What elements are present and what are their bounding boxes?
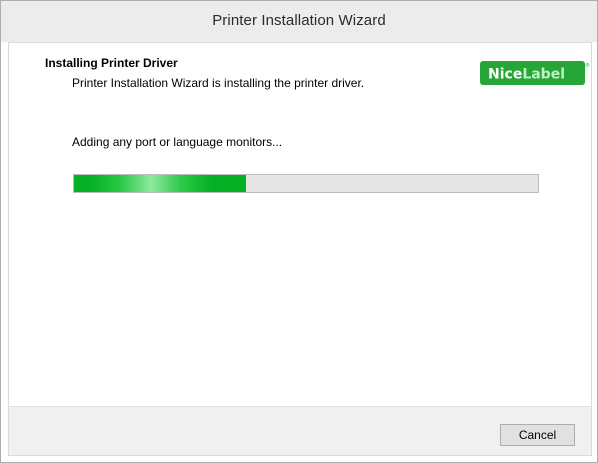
cancel-button[interactable]: Cancel [500, 424, 575, 446]
wizard-content: Installing Printer Driver Printer Instal… [8, 42, 592, 456]
page-subtitle: Printer Installation Wizard is installin… [72, 76, 365, 90]
nicelabel-logo: NiceLabel ® [480, 61, 590, 85]
status-text: Adding any port or language monitors... [72, 135, 283, 149]
window-title: Printer Installation Wizard [212, 12, 386, 29]
button-bar: Cancel [9, 406, 591, 455]
progress-fill [74, 175, 246, 192]
trademark-symbol: ® [585, 62, 590, 69]
install-progress-bar [73, 174, 539, 193]
wizard-window: Printer Installation Wizard Installing P… [0, 0, 598, 463]
title-bar[interactable]: Printer Installation Wizard [1, 1, 597, 42]
page-title: Installing Printer Driver [45, 56, 178, 70]
logo-wordmark: NiceLabel [488, 67, 565, 83]
